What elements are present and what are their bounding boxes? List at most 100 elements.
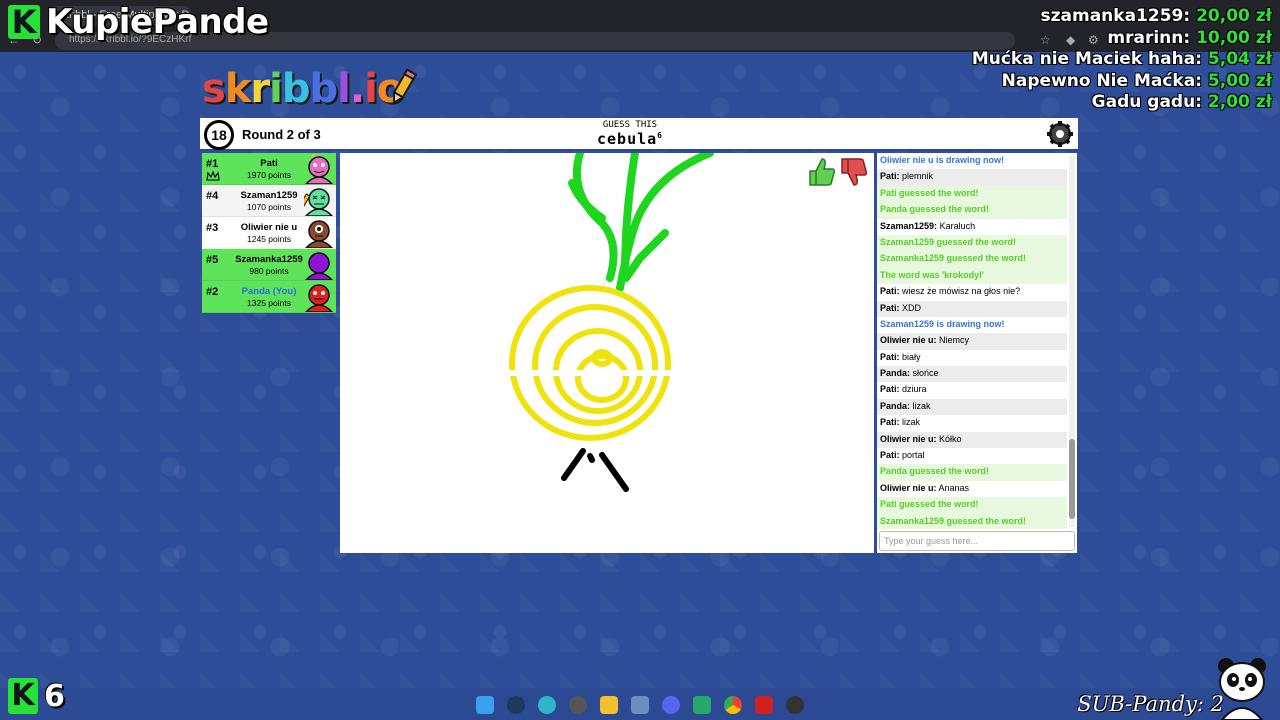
scroll-thumb[interactable]: [1069, 439, 1075, 519]
chat-message: Oliwier nie u: Kółko: [877, 431, 1067, 449]
donation-row: mrarinn: 10,00 zł: [972, 28, 1272, 50]
chat-message-text: Niemcy: [939, 335, 970, 346]
folder-icon[interactable]: [600, 696, 619, 714]
chat-message: Panda guessed the word!: [877, 464, 1067, 481]
guess-input[interactable]: [879, 531, 1075, 551]
vote-controls: [808, 157, 868, 187]
chat-message-user: Pati:: [880, 417, 900, 428]
chat-message: Pati: XDD: [877, 300, 1067, 317]
donation-row: szamanka1259: 20,00 zł: [972, 6, 1273, 28]
chat-message: Szamanka1259 guessed the word!: [877, 513, 1067, 529]
word-hint: GUESS THIS cebula6: [560, 120, 700, 148]
chat-message-text: portal: [902, 450, 925, 461]
drawing-canvas[interactable]: [340, 149, 874, 553]
donor-name: Napewno Nie Maćka:: [1001, 70, 1202, 91]
chat-message-user: Oliwier nie u:: [880, 433, 937, 444]
chat-message-text: plemnik: [902, 171, 934, 182]
gear-icon[interactable]: [1046, 120, 1074, 148]
chat-scrollbar[interactable]: [1069, 155, 1075, 527]
crown-icon: [206, 171, 220, 181]
kick-count: 6: [44, 678, 65, 714]
player-rank: #4: [206, 190, 219, 202]
game-header: 18 Round 2 of 3 GUESS THIS cebula6: [200, 118, 1078, 151]
chat-message-user: Pati:: [880, 171, 900, 182]
windows-start-icon[interactable]: [476, 696, 495, 714]
app-icon[interactable]: [754, 696, 773, 714]
chat-message-text: Panda guessed the word!: [880, 204, 990, 215]
chat-message: Szaman1259 guessed the word!: [877, 234, 1067, 252]
chrome-icon[interactable]: [723, 696, 742, 714]
chat-message-user: Pati:: [880, 286, 900, 297]
chat-message: Pati guessed the word!: [877, 497, 1067, 514]
chat-message-text: Szaman1259 guessed the word!: [880, 236, 1017, 247]
round-indicator: Round 2 of 3: [242, 127, 321, 142]
chat-message: Panda guessed the word!: [877, 202, 1067, 219]
player-name: Szamanka1259: [235, 254, 303, 265]
chat-message-text: Ananas: [938, 482, 970, 493]
chat-message: Pati: wiesz że mówisz na głos nie?: [877, 284, 1067, 300]
chat-message-text: Pati guessed the word!: [880, 187, 979, 198]
donor-name: Gadu gadu:: [1091, 92, 1202, 112]
guess-label: GUESS THIS: [602, 120, 658, 130]
chat-message: Oliwier nie u is drawing now!: [877, 153, 1067, 169]
player-card[interactable]: #3 Oliwier nie u 1245 points: [202, 217, 336, 249]
chat-message-text: The word was 'krokodyl': [880, 269, 984, 280]
avatar: [304, 220, 334, 248]
chat-message-text: Pati guessed the word!: [880, 499, 979, 510]
chat-message-user: Oliwier nie u:: [880, 335, 937, 346]
channel-name: KupiePande: [46, 2, 269, 42]
chat-message: Szamanka1259 guessed the word!: [877, 251, 1067, 268]
player-card[interactable]: #2 Panda (You) 1325 points: [202, 281, 336, 313]
player-rank: #3: [206, 222, 219, 234]
player-name: Oliwier nie u: [240, 222, 298, 233]
player-card[interactable]: #4 Szaman1259 1070 points: [202, 185, 336, 217]
chat-message: Pati: lizak: [877, 415, 1067, 431]
player-points: 1970 points: [247, 170, 291, 180]
chat-message-text: biały: [902, 351, 921, 362]
app-icon[interactable]: [692, 696, 711, 714]
donation-row: Napewno Nie Maćka: 5,00 zł: [972, 71, 1272, 93]
chat-message: Szaman1259: Karaluch: [877, 219, 1067, 235]
thumbs-down-icon[interactable]: [840, 157, 868, 187]
steam-icon[interactable]: [507, 696, 526, 714]
sub-counter: SUB-Pandy: 2: [1077, 692, 1224, 716]
thumbs-up-icon[interactable]: [808, 157, 836, 187]
kick-logo-icon: K: [8, 5, 40, 39]
chat-message-user: Oliwier nie u:: [880, 482, 937, 493]
chat-message-user: Panda:: [880, 368, 911, 379]
chat-message: Panda: słońce: [877, 366, 1067, 383]
chat-message-user: Panda:: [880, 400, 911, 411]
donor-name: mrarinn:: [1107, 27, 1191, 48]
player-list: #1 Pati 1970 points #4 Szaman1259 1070 p…: [202, 153, 336, 313]
player-points: 1070 points: [247, 202, 291, 212]
chat-message-user: Pati:: [880, 302, 900, 313]
avatar: [304, 252, 334, 280]
player-rank: #5: [206, 254, 219, 266]
app-icon[interactable]: [630, 696, 649, 714]
discord-icon[interactable]: [661, 696, 680, 714]
chat-message: Oliwier nie u: Niemcy: [877, 333, 1067, 350]
avatar: [304, 284, 334, 312]
player-card[interactable]: #5 Szamanka1259 980 points: [202, 249, 336, 281]
chat-message-text: Szamanka1259 guessed the word!: [880, 515, 1027, 526]
donor-name: Mućka nie Maciek haha:: [971, 49, 1202, 69]
player-name: Panda (You): [241, 286, 297, 297]
chat-message-text: Karaluch: [939, 220, 976, 231]
chat-message: Szaman1259 is drawing now!: [877, 317, 1067, 333]
chat-message: Pati: dziura: [877, 382, 1067, 398]
guess-word: cebula6: [560, 130, 700, 148]
donation-row: Mućka nie Maciek haha: 5,04 zł: [972, 49, 1272, 71]
obs-icon[interactable]: [785, 696, 804, 714]
edge-icon[interactable]: [538, 696, 557, 714]
player-name: Pati: [260, 158, 278, 169]
avatar: [304, 154, 334, 184]
kick-logo-icon: K: [8, 678, 38, 714]
app-icon[interactable]: [569, 696, 588, 714]
donation-row: Gadu gadu: 2,00 zł: [972, 92, 1272, 114]
player-card[interactable]: #1 Pati 1970 points: [202, 153, 336, 185]
chat-message: The word was 'krokodyl': [877, 267, 1067, 285]
timer-clock-icon: 18: [204, 120, 234, 150]
chat-message-text: Panda guessed the word!: [880, 466, 990, 477]
chat-message: Pati guessed the word!: [877, 185, 1067, 203]
avatar: [304, 188, 334, 216]
